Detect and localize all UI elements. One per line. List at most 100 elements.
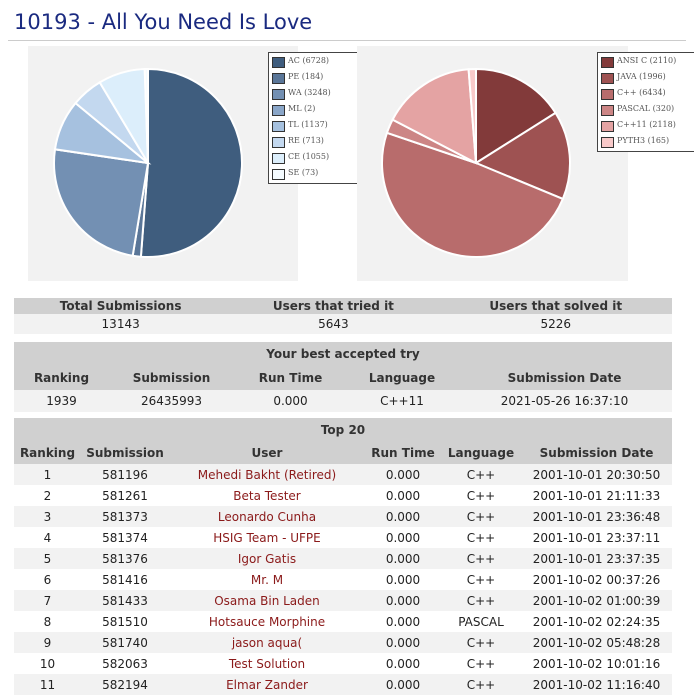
table-row: 6 581416 Mr. M 0.000 C++ 2001-10-02 00:37:26 [14, 569, 672, 590]
summary-header-total: Total Submissions [14, 298, 228, 314]
summary-tried-value: 5643 [227, 314, 440, 334]
language-pie-svg [381, 67, 571, 258]
language-legend-item: C++ (6434) [598, 86, 694, 102]
top20-date: 2001-10-02 01:00:39 [521, 590, 672, 611]
top20-header-language: Language [441, 442, 521, 464]
language-legend-label: PYTH3 (165) [617, 136, 670, 145]
top20-user[interactable]: Test Solution [169, 653, 365, 674]
table-row: 4 581374 HSIG Team - UFPE 0.000 C++ 2001-10-0… [14, 527, 672, 548]
top20-ranking: 6 [14, 569, 81, 590]
top20-user[interactable]: Beta Tester [169, 485, 365, 506]
top20-submission: 582063 [81, 653, 169, 674]
top20-submission: 581261 [81, 485, 169, 506]
top20-header-user: User [169, 442, 365, 464]
language-legend-swatch [601, 121, 614, 132]
best-try-ranking: 1939 [14, 390, 109, 412]
top20-ranking: 8 [14, 611, 81, 632]
top20-user[interactable]: Mr. M [169, 569, 365, 590]
verdict-legend-item: PE (184) [269, 70, 362, 86]
best-try-header-submission: Submission [109, 366, 234, 390]
best-try-date: 2021-05-26 16:37:10 [457, 390, 672, 412]
top20-language: C++ [441, 506, 521, 527]
table-row: 7 581433 Osama Bin Laden 0.000 C++ 2001-10-02… [14, 590, 672, 611]
top20-user[interactable]: Osama Bin Laden [169, 590, 365, 611]
table-row: 9 581740 jason aqua(0.000 C++ 2001-10-02 05:… [14, 632, 672, 653]
best-try-header-date: Submission Date [457, 366, 672, 390]
top20-language: C++ [441, 590, 521, 611]
verdict-legend-swatch [272, 169, 285, 180]
top20-date: 2001-10-02 02:24:35 [521, 611, 672, 632]
verdict-legend-item: SE (73) [269, 166, 362, 182]
language-legend-item: PASCAL (320) [598, 102, 694, 118]
verdict-legend-label: SE (73) [288, 168, 319, 177]
top20-user[interactable]: HSIG Team - UFPE [169, 527, 365, 548]
summary-table: Total Submissions Users that tried it Us… [14, 298, 672, 334]
table-row: 10 582063 Test Solution 0.000 C++ 2001-10-02 … [14, 653, 672, 674]
top20-date: 2001-10-01 20:30:50 [521, 464, 672, 485]
top20-language: C++ [441, 569, 521, 590]
top20-date: 2001-10-02 11:16:40 [521, 674, 672, 695]
best-try-header-runtime: Run Time [234, 366, 347, 390]
top20-user[interactable]: Mehedi Bakht (Retired) [169, 464, 365, 485]
top20-user[interactable]: jason aqua( [169, 632, 365, 653]
language-legend-item: JAVA (1996) [598, 70, 694, 86]
top20-language: C++ [441, 548, 521, 569]
top20-runtime: 0.000 [365, 485, 441, 506]
verdict-legend-item: WA (3248) [269, 86, 362, 102]
top20-submission: 582194 [81, 674, 169, 695]
verdict-pie-svg [53, 67, 243, 258]
top20-date: 2001-10-01 23:37:11 [521, 527, 672, 548]
top20-ranking: 10 [14, 653, 81, 674]
verdict-legend-swatch [272, 89, 285, 100]
top20-user[interactable]: Leonardo Cunha [169, 506, 365, 527]
top20-language: C++ [441, 527, 521, 548]
best-try-caption: Your best accepted try [14, 342, 672, 366]
top20-runtime: 0.000 [365, 590, 441, 611]
top20-ranking: 9 [14, 632, 81, 653]
verdict-pie-chart [28, 46, 298, 281]
language-legend: ANSI C (2110) JAVA (1996) C++ (6434) PASCAL… [597, 52, 694, 152]
verdict-legend-label: AC (6728) [288, 56, 330, 65]
top20-caption: Top 20 [14, 418, 672, 442]
verdict-slice [139, 67, 243, 258]
language-legend-label: JAVA (1996) [617, 72, 666, 81]
verdict-slice [53, 148, 150, 257]
top20-submission: 581416 [81, 569, 169, 590]
top20-user[interactable]: Hotsauce Morphine [169, 611, 365, 632]
best-try-table: Your best accepted try Ranking Submissio… [14, 342, 672, 412]
top20-language: C++ [441, 485, 521, 506]
top20-submission: 581740 [81, 632, 169, 653]
top20-date: 2001-10-01 23:36:48 [521, 506, 672, 527]
language-legend-item: C++11 (2118) [598, 118, 694, 134]
top20-runtime: 0.000 [365, 527, 441, 548]
top20-runtime: 0.000 [365, 632, 441, 653]
title-divider [8, 40, 686, 41]
language-legend-swatch [601, 57, 614, 68]
best-try-header-language: Language [347, 366, 457, 390]
table-row: 3 581373 Leonardo Cunha 0.000 C++ 2001-10-01 … [14, 506, 672, 527]
top20-user[interactable]: Elmar Zander [169, 674, 365, 695]
top20-ranking: 3 [14, 506, 81, 527]
top20-language: C++ [441, 653, 521, 674]
verdict-legend-item: CE (1055) [269, 150, 362, 166]
language-legend-item: PYTH3 (165) [598, 134, 694, 150]
top20-user[interactable]: Igor Gatis [169, 548, 365, 569]
top20-ranking: 2 [14, 485, 81, 506]
best-try-submission: 26435993 [109, 390, 234, 412]
table-row: 2 581261 Beta Tester 0.000 C++ 2001-10-01 21:… [14, 485, 672, 506]
verdict-legend-swatch [272, 73, 285, 84]
verdict-legend-item: RE (713) [269, 134, 362, 150]
top20-submission: 581376 [81, 548, 169, 569]
top20-runtime: 0.000 [365, 464, 441, 485]
verdict-legend-label: CE (1055) [288, 152, 330, 161]
verdict-legend-item: AC (6728) [269, 54, 362, 70]
language-legend-label: C++11 (2118) [617, 120, 676, 129]
top20-language: C++ [441, 464, 521, 485]
top20-language: PASCAL [441, 611, 521, 632]
top20-language: C++ [441, 674, 521, 695]
verdict-legend-item: TL (1137) [269, 118, 362, 134]
verdict-legend-label: ML (2) [288, 104, 316, 113]
best-try-header-ranking: Ranking [14, 366, 109, 390]
top20-language: C++ [441, 632, 521, 653]
best-try-runtime: 0.000 [234, 390, 347, 412]
